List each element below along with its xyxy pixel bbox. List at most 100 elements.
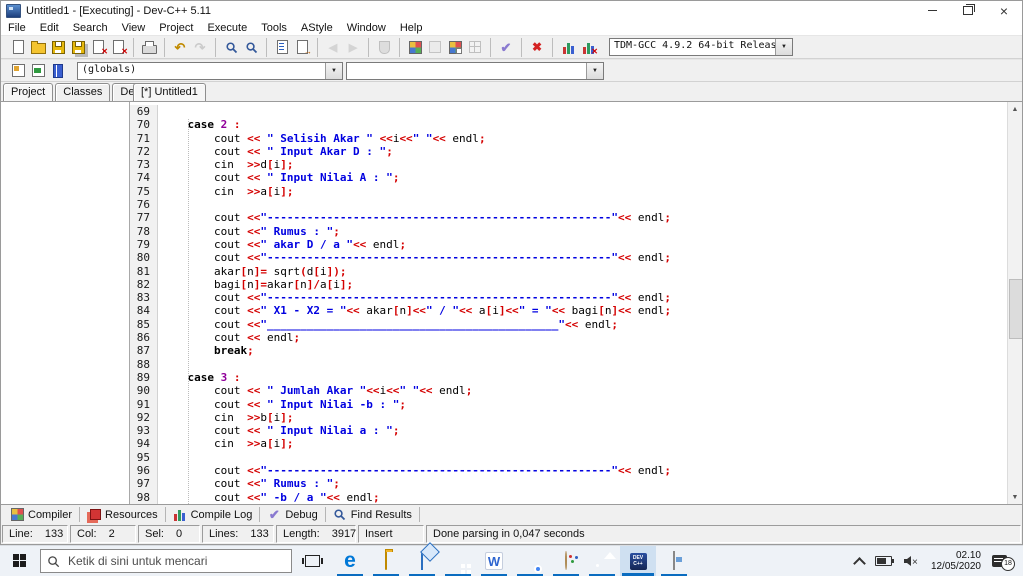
- find-icon[interactable]: [221, 38, 241, 57]
- profile-icon[interactable]: [558, 38, 578, 57]
- menu-view[interactable]: View: [115, 22, 153, 34]
- tab-find-results[interactable]: Find Results: [326, 507, 420, 522]
- notification-icon[interactable]: 18: [992, 555, 1007, 567]
- code-line: 78 cout <<" Rumus : ";: [130, 225, 1008, 238]
- line-number: 75: [130, 185, 158, 198]
- save-all-icon[interactable]: [68, 38, 88, 57]
- project-properties-icon[interactable]: [374, 38, 394, 57]
- taskbar-app-wps[interactable]: W: [476, 546, 512, 576]
- taskbar-app-red-app[interactable]: [440, 546, 476, 576]
- chevron-down-icon[interactable]: ▼: [586, 63, 603, 79]
- code-text: cout <<" akar D / a "<< endl;: [158, 238, 406, 251]
- redo-icon[interactable]: ↷: [190, 38, 210, 57]
- compiler-combo[interactable]: TDM-GCC 4.9.2 64-bit Release▼: [609, 38, 793, 56]
- incremental-search-icon[interactable]: →: [292, 38, 312, 57]
- compile-icon[interactable]: [405, 38, 425, 57]
- window-minimize-button[interactable]: [914, 1, 950, 20]
- toggle-bookmark-icon[interactable]: [28, 61, 48, 80]
- class-browser-toolbar: (globals) ▼ ▼: [1, 59, 1022, 82]
- code-editor[interactable]: 6970 case 2 :71 cout << " Selisih Akar "…: [130, 102, 1022, 504]
- globals-combo[interactable]: (globals) ▼: [77, 62, 343, 80]
- taskbar-search[interactable]: [40, 549, 292, 573]
- scrollbar-thumb[interactable]: [1009, 279, 1022, 339]
- taskbar-app-chrome[interactable]: [512, 546, 548, 576]
- tab-debug[interactable]: ✔Debug: [260, 507, 325, 522]
- window-restore-button[interactable]: [950, 1, 986, 20]
- replace-icon[interactable]: [241, 38, 261, 57]
- taskbar-app-photos[interactable]: [584, 546, 620, 576]
- status-insert: Insert: [358, 525, 424, 543]
- compile-and-run-icon[interactable]: [445, 38, 465, 57]
- abort-icon[interactable]: ✖: [527, 38, 547, 57]
- taskbar-app-capture[interactable]: [656, 546, 692, 576]
- menu-astyle[interactable]: AStyle: [294, 22, 340, 34]
- chevron-down-icon[interactable]: ▼: [325, 63, 342, 79]
- code-area[interactable]: 6970 case 2 :71 cout << " Selisih Akar "…: [130, 102, 1008, 504]
- line-number: 71: [130, 132, 158, 145]
- taskbar-app-edge[interactable]: e: [332, 546, 368, 576]
- menu-help[interactable]: Help: [393, 22, 430, 34]
- open-file-icon[interactable]: [28, 38, 48, 57]
- undo-icon[interactable]: ↶: [170, 38, 190, 57]
- task-view-button[interactable]: [292, 546, 332, 576]
- close-all-icon[interactable]: ✕: [108, 38, 128, 57]
- menu-project[interactable]: Project: [152, 22, 200, 34]
- start-icon: [13, 554, 27, 568]
- menu-search[interactable]: Search: [66, 22, 115, 34]
- start-button[interactable]: [0, 546, 40, 576]
- code-text: cout <<" Rumus : ";: [158, 225, 340, 238]
- scroll-up-icon[interactable]: ▲: [1008, 102, 1022, 116]
- code-line: 91 cout << " Input Nilai -b : ";: [130, 398, 1008, 411]
- members-combo[interactable]: ▼: [346, 62, 604, 80]
- menu-tools[interactable]: Tools: [254, 22, 294, 34]
- window-close-button[interactable]: ×: [986, 1, 1022, 20]
- menu-file[interactable]: File: [1, 22, 33, 34]
- menu-execute[interactable]: Execute: [200, 22, 254, 34]
- taskbar-clock[interactable]: 02.10 12/05/2020: [931, 550, 981, 572]
- battery-icon[interactable]: [875, 556, 892, 566]
- resources-icon: [87, 508, 101, 522]
- close-file-icon[interactable]: ✕: [88, 38, 108, 57]
- delete-profiling-icon[interactable]: ✕: [578, 38, 598, 57]
- tab-resources[interactable]: Resources: [80, 507, 166, 522]
- syntax-check-icon[interactable]: ✔: [496, 38, 516, 57]
- vertical-scrollbar[interactable]: ▲ ▼: [1007, 102, 1022, 504]
- line-number: 81: [130, 265, 158, 278]
- taskbar-app-mail[interactable]: [404, 546, 440, 576]
- tab-project[interactable]: Project: [3, 83, 53, 101]
- status-line: Line:133: [2, 525, 68, 543]
- project-panel: [1, 102, 130, 504]
- code-text: cin >>b[i];: [158, 411, 293, 424]
- search-input[interactable]: [66, 553, 285, 569]
- editor-tab-untitled1[interactable]: [*] Untitled1: [133, 83, 206, 101]
- taskbar-app-devcpp[interactable]: DEVC++: [620, 546, 656, 576]
- taskbar-app-explorer[interactable]: [368, 546, 404, 576]
- goto-bookmark-icon[interactable]: [48, 61, 68, 80]
- goto-line-icon[interactable]: [272, 38, 292, 57]
- print-icon[interactable]: [139, 38, 159, 57]
- status-sel: Sel:0: [138, 525, 200, 543]
- tray-chevron-icon[interactable]: [853, 557, 866, 570]
- taskbar-app-paint[interactable]: [548, 546, 584, 576]
- capture-icon: [673, 552, 675, 570]
- code-line: 90 cout << " Jumlah Akar "<<i<<" "<< end…: [130, 384, 1008, 397]
- remove-from-project-icon[interactable]: ▶: [343, 38, 363, 57]
- code-text: case 3 :: [158, 371, 241, 384]
- tab-compiler[interactable]: Compiler: [3, 507, 80, 522]
- save-icon[interactable]: [48, 38, 68, 57]
- insert-snippet-icon[interactable]: [8, 61, 28, 80]
- line-number: 88: [130, 358, 158, 371]
- scroll-down-icon[interactable]: ▼: [1008, 490, 1022, 504]
- line-number: 94: [130, 437, 158, 450]
- add-to-project-icon[interactable]: ◀: [323, 38, 343, 57]
- chevron-down-icon[interactable]: ▼: [775, 39, 792, 55]
- tab-compile-log[interactable]: Compile Log: [166, 507, 261, 522]
- menu-edit[interactable]: Edit: [33, 22, 66, 34]
- new-file-icon[interactable]: [8, 38, 28, 57]
- rebuild-all-icon[interactable]: [465, 38, 485, 57]
- run-icon[interactable]: [425, 38, 445, 57]
- code-line: 97 cout <<" Rumus : ";: [130, 477, 1008, 490]
- volume-muted-icon[interactable]: ×: [903, 555, 920, 567]
- menu-window[interactable]: Window: [340, 22, 393, 34]
- tab-classes[interactable]: Classes: [55, 83, 110, 101]
